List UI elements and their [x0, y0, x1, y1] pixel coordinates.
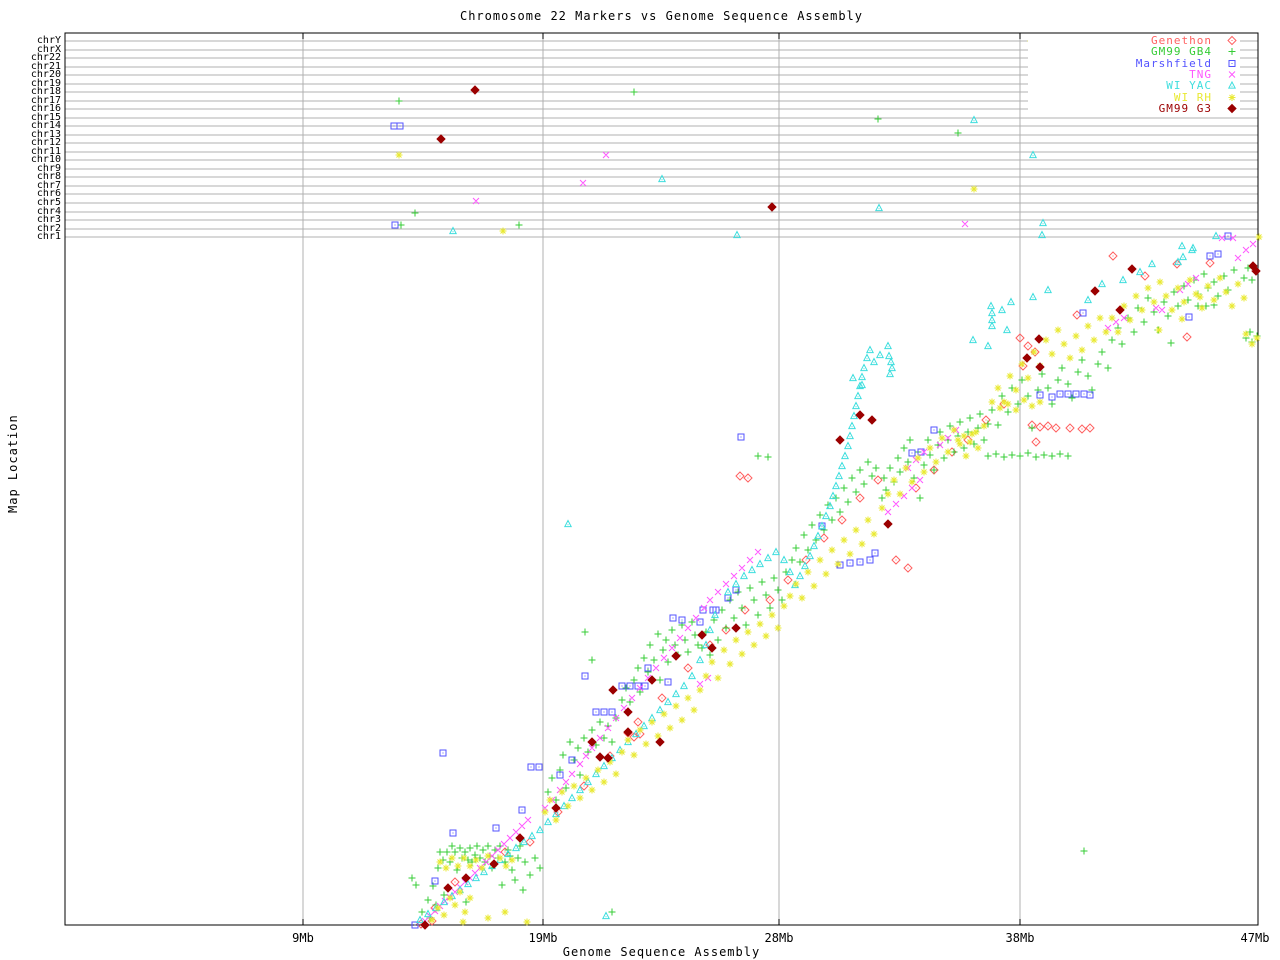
- x-axis-label: Genome Sequence Assembly: [562, 945, 761, 959]
- diamond-filled-icon: [1227, 103, 1237, 114]
- x-tick-label: 9Mb: [292, 931, 314, 945]
- chromosome-label-chr1: chr1: [36, 231, 61, 242]
- triangle-open-icon: [1227, 81, 1237, 89]
- chart-canvas: Chromosome 22 Markers vs Genome Sequence…: [0, 0, 1280, 960]
- square-open-icon: [1228, 59, 1236, 67]
- legend-row-gm99-g3: GM99 G3: [1028, 101, 1240, 115]
- plus-icon: [1228, 48, 1236, 56]
- x-tick-label: 28Mb: [764, 931, 794, 945]
- legend-label: GM99 G3: [1158, 101, 1212, 115]
- x-tick-label: 38Mb: [1005, 931, 1035, 945]
- asterisk-icon: [1228, 93, 1236, 101]
- chart-title: Chromosome 22 Markers vs Genome Sequence…: [459, 9, 863, 23]
- x-tick-label: 19Mb: [528, 931, 558, 945]
- diamond-open-icon: [1227, 35, 1237, 46]
- x-tick-label: 47Mb: [1240, 931, 1270, 945]
- scatter-plot-svg: [64, 32, 1263, 930]
- y-axis-label: Map Location: [6, 414, 20, 513]
- legend: Genethon GM99 GB4 Marshfield TNG WI YAC WI RH…: [1028, 34, 1240, 115]
- cross-icon: [1228, 71, 1236, 78]
- series-gm99-gb4: [395, 74, 1261, 922]
- series-genethon: [416, 251, 1215, 929]
- plot-frame: [64, 32, 1259, 926]
- series-wi-rh: [395, 37, 1263, 926]
